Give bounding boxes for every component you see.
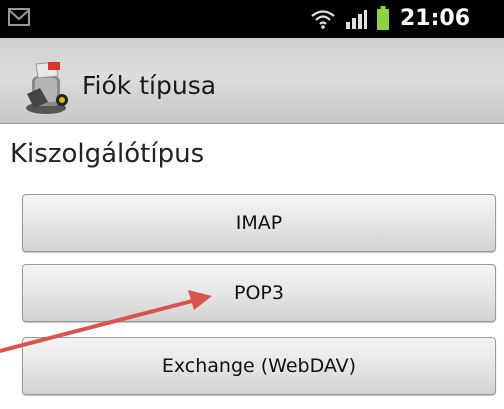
wifi-icon xyxy=(311,10,335,29)
email-app-icon xyxy=(26,61,68,114)
exchange-webdav-button[interactable]: Exchange (WebDAV) xyxy=(22,337,496,395)
battery-icon xyxy=(377,6,389,30)
pop3-button[interactable]: POP3 xyxy=(22,264,496,322)
title-bar xyxy=(0,38,504,124)
status-bar: 21:06 xyxy=(0,0,504,38)
imap-button[interactable]: IMAP xyxy=(22,194,496,252)
page-title: Fiók típusa xyxy=(82,71,217,100)
signal-icon xyxy=(346,10,367,29)
server-type-label: Kiszolgálótípus xyxy=(10,139,205,169)
mail-icon xyxy=(8,8,30,26)
status-time: 21:06 xyxy=(400,6,471,31)
